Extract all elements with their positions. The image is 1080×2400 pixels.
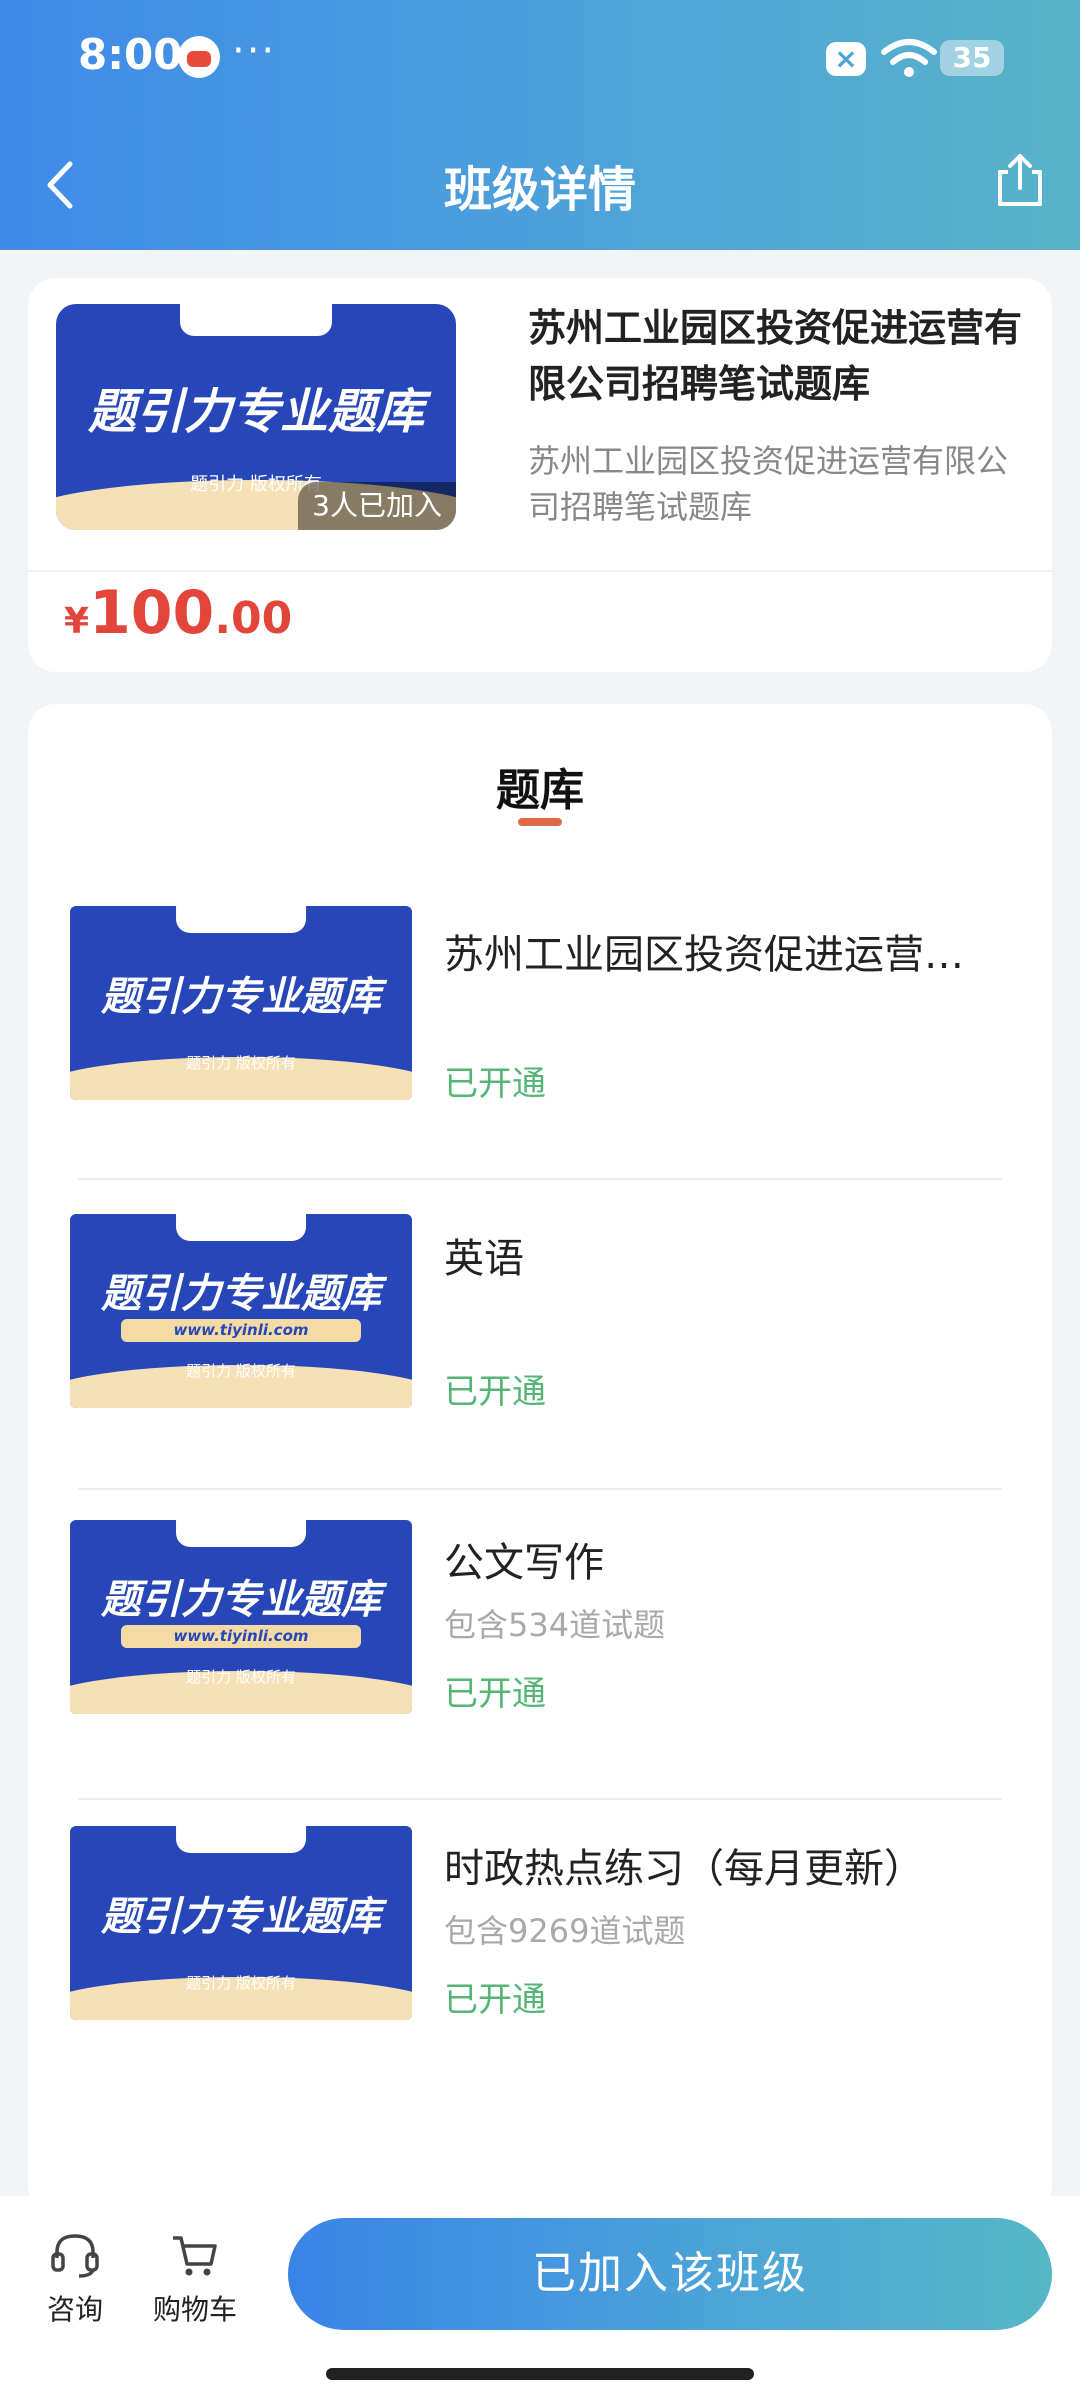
bank-item-name: 英语 — [444, 1236, 524, 1282]
bank-item-name: 时政热点练习（每月更新） — [444, 1846, 924, 1892]
bank-item-count: 包含9269道试题 — [444, 1912, 686, 1950]
price-decimal: .00 — [214, 593, 293, 644]
bank-item-status: 已开通 — [444, 1980, 546, 2020]
cover-title: 题引力专业题库 — [101, 1270, 381, 1317]
status-time: 8:00 — [78, 30, 183, 79]
cover-logo-tab — [176, 906, 306, 934]
cover-logo-tab — [180, 304, 332, 336]
consult-label: 咨询 — [46, 2293, 103, 2326]
bank-cover-image: 题引力专业题库 www.tiyinli.com 题引力 版权所有 — [70, 1520, 412, 1714]
cover-url: www.tiyinli.com — [173, 1320, 309, 1339]
joined-count-badge: 3人已加入 — [298, 482, 456, 530]
course-cover-image: 题引力专业题库 题引力 版权所有 3人已加入 — [56, 304, 456, 530]
course-info-card: 题引力专业题库 题引力 版权所有 3人已加入 苏州工业园区投资促进运营有限公司招… — [28, 278, 1052, 672]
battery-icon: 35 — [940, 40, 1004, 76]
bank-cover-image: 题引力专业题库 题引力 版权所有 — [70, 1826, 412, 2020]
price-currency: ¥ — [64, 601, 90, 642]
cart-icon — [173, 2236, 217, 2276]
cover-copyright: 题引力 版权所有 — [186, 1974, 296, 1992]
bank-cover-image: 题引力专业题库 题引力 版权所有 — [70, 906, 412, 1100]
cover-copyright: 题引力 版权所有 — [186, 1668, 296, 1686]
bank-item-status: 已开通 — [444, 1372, 546, 1412]
home-indicator[interactable] — [326, 2368, 754, 2380]
section-title: 题库 — [496, 765, 584, 816]
bank-item-status: 已开通 — [444, 1064, 546, 1104]
course-subtitle: 苏州工业园区投资促进运营有限公司招聘笔试题库 — [528, 442, 1009, 526]
card-divider — [28, 570, 1052, 572]
bank-list-item[interactable]: 题引力专业题库 题引力 版权所有 时政热点练习（每月更新） 包含9269道试题 … — [28, 1800, 1052, 2060]
cover-logo-tab — [176, 1214, 306, 1242]
bank-item-status: 已开通 — [444, 1674, 546, 1714]
page-title: 班级详情 — [443, 162, 636, 218]
bank-item-name: 苏州工业园区投资促进运营… — [444, 932, 964, 978]
bank-list-item[interactable]: 题引力专业题库 www.tiyinli.com 题引力 版权所有 英语 已开通 — [28, 1180, 1052, 1490]
price-integer: 100 — [89, 578, 215, 648]
cart-label: 购物车 — [152, 2293, 237, 2326]
bank-list-item[interactable]: 题引力专业题库 www.tiyinli.com 题引力 版权所有 公文写作 包含… — [28, 1490, 1052, 1800]
question-bank-card: 题库 题引力专业题库 题引力 版权所有 苏州工业园区投资促进运营… 已开通 题引… — [28, 704, 1052, 2214]
bank-list-item[interactable]: 题引力专业题库 题引力 版权所有 苏州工业园区投资促进运营… 已开通 — [28, 870, 1052, 1180]
cover-title: 题引力专业题库 — [101, 1894, 381, 1941]
headset-icon — [51, 2234, 99, 2278]
joined-class-button[interactable]: 已加入该班级 — [288, 2218, 1052, 2330]
bank-cover-image: 题引力专业题库 www.tiyinli.com 题引力 版权所有 — [70, 1214, 412, 1408]
bank-item-count: 包含534道试题 — [444, 1606, 666, 1644]
cover-logo-tab — [176, 1826, 306, 1854]
cover-url-ribbon: www.tiyinli.com — [121, 1318, 361, 1343]
cover-title: 题引力专业题库 — [101, 974, 381, 1021]
cover-url-ribbon: www.tiyinli.com — [121, 1624, 361, 1649]
cover-copyright: 题引力 版权所有 — [186, 1362, 296, 1380]
wifi-icon — [881, 39, 937, 77]
consult-button[interactable]: 咨询 — [30, 2232, 120, 2328]
course-price: ¥100.00 — [64, 578, 292, 648]
course-title: 苏州工业园区投资促进运营有限公司招聘笔试题库 — [528, 306, 1023, 406]
cover-url: www.tiyinli.com — [173, 1626, 309, 1645]
cover-title: 题引力专业题库 — [101, 1576, 381, 1623]
mute-icon: × — [826, 42, 866, 76]
app-header: 8:00 ··· × 35 班级详情 — [0, 0, 1080, 250]
bank-item-name: 公文写作 — [444, 1540, 604, 1586]
notification-app-icon — [178, 36, 220, 78]
section-title-underline — [518, 818, 562, 826]
cover-copyright: 题引力 版权所有 — [186, 1054, 296, 1072]
more-notifications-icon: ··· — [232, 28, 277, 74]
cover-title: 题引力专业题库 — [87, 383, 424, 440]
cover-logo-tab — [176, 1520, 306, 1548]
cart-button[interactable]: 购物车 — [140, 2232, 250, 2328]
share-icon[interactable] — [994, 150, 1046, 210]
